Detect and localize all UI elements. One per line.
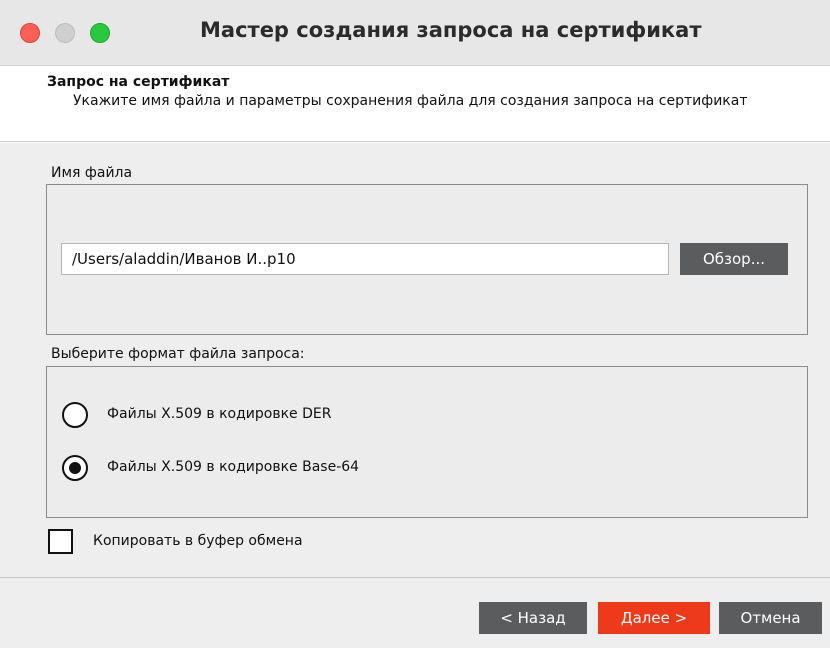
wizard-footer: < Назад Далее > Отмена <box>0 577 830 648</box>
wizard-header: Запрос на сертификат Укажите имя файла и… <box>0 66 830 142</box>
next-button[interactable]: Далее > <box>598 602 710 634</box>
format-group-box <box>46 366 808 518</box>
radio-selected-dot <box>69 462 81 474</box>
cancel-button[interactable]: Отмена <box>719 602 822 634</box>
header-description: Укажите имя файла и параметры сохранения… <box>73 93 748 109</box>
header-title: Запрос на сертификат <box>47 74 230 90</box>
clipboard-checkbox[interactable] <box>48 529 73 554</box>
format-group-label: Выберите формат файла запроса: <box>51 346 305 362</box>
file-path-input[interactable] <box>61 243 669 275</box>
browse-button[interactable]: Обзор... <box>680 243 788 275</box>
back-button[interactable]: < Назад <box>479 602 587 634</box>
radio-base64[interactable] <box>62 455 88 481</box>
close-window-icon[interactable] <box>20 23 40 43</box>
window-titlebar: Мастер создания запроса на сертификат <box>0 0 830 66</box>
option-base64-label[interactable]: Файлы X.509 в кодировке Base-64 <box>107 459 359 475</box>
option-der-label[interactable]: Файлы X.509 в кодировке DER <box>107 406 331 422</box>
zoom-window-icon[interactable] <box>90 23 110 43</box>
window-title: Мастер создания запроса на сертификат <box>200 18 702 42</box>
radio-der[interactable] <box>62 402 88 428</box>
minimize-window-icon[interactable] <box>55 23 75 43</box>
file-group-label: Имя файла <box>51 165 133 181</box>
clipboard-label[interactable]: Копировать в буфер обмена <box>93 533 303 549</box>
